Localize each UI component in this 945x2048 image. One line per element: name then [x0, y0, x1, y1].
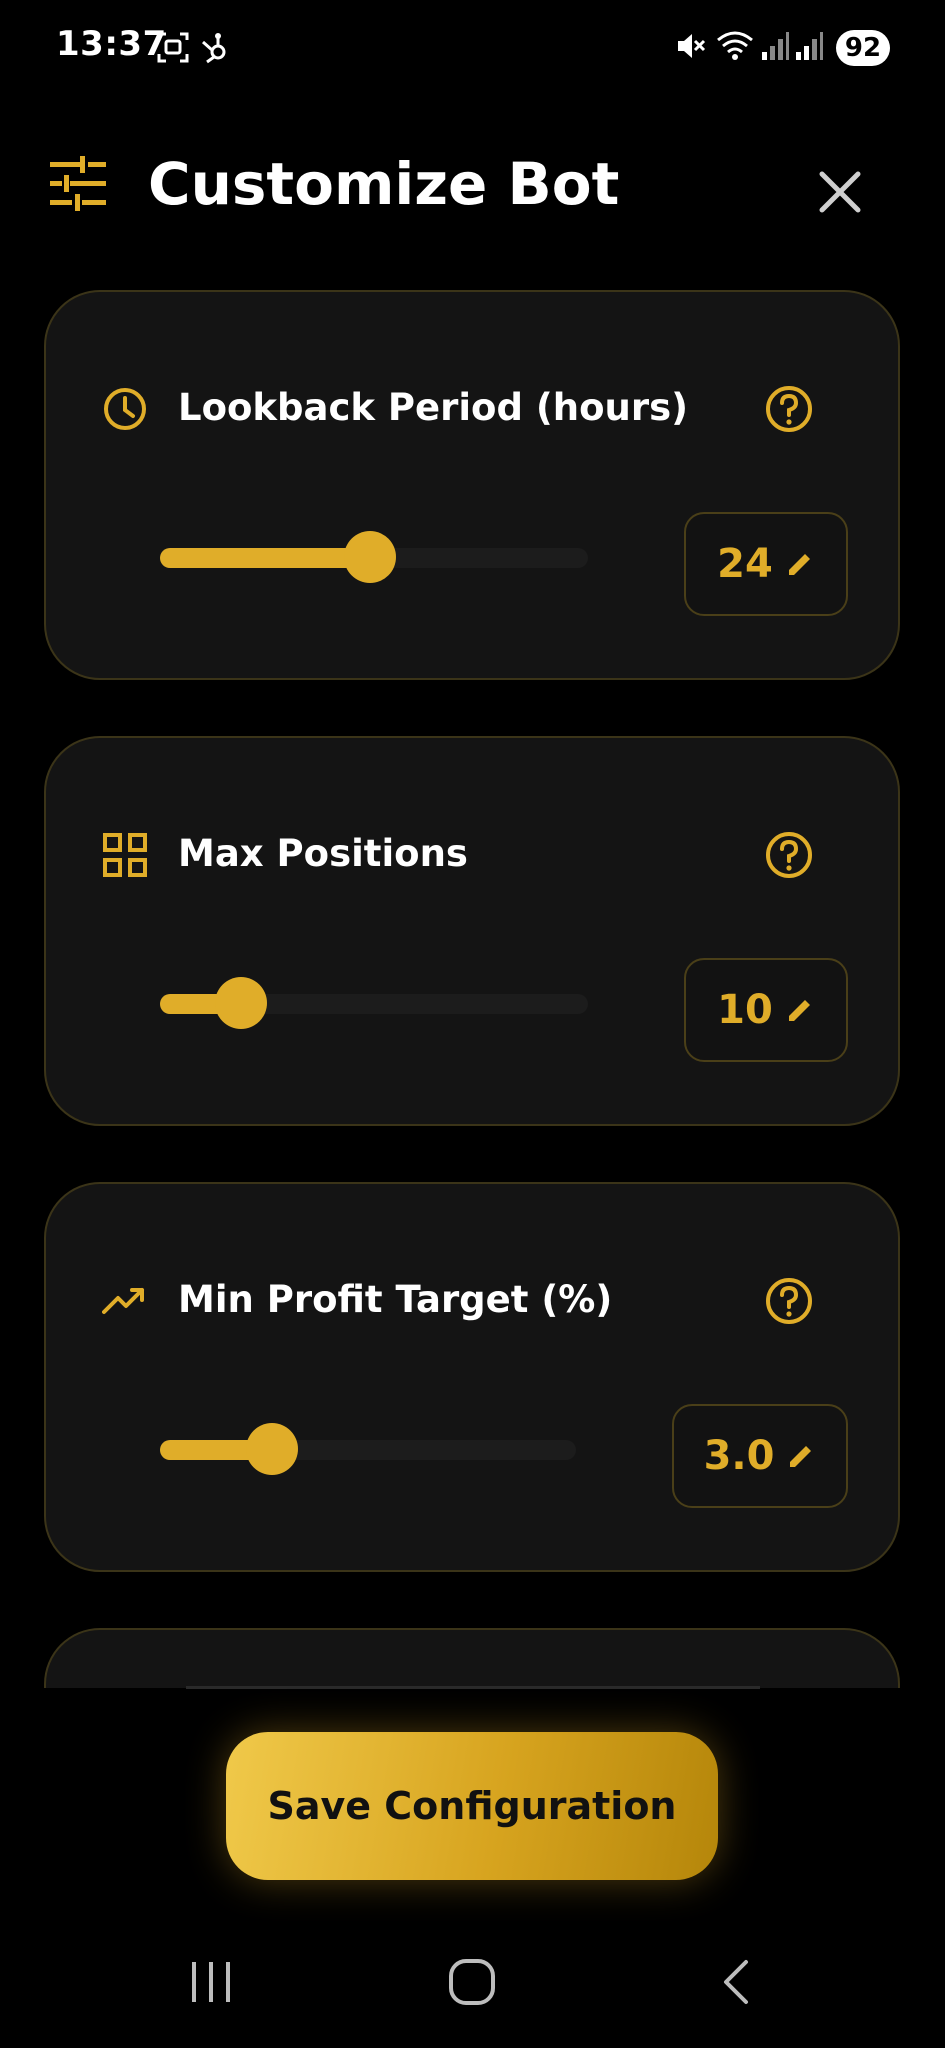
save-configuration-button[interactable]: Save Configuration: [226, 1732, 718, 1880]
slider-thumb[interactable]: [344, 531, 396, 583]
setting-value: 10: [717, 987, 773, 1033]
recent-apps-button[interactable]: [186, 1952, 236, 2016]
home-button[interactable]: [446, 1952, 500, 2016]
screenshot-icon: [157, 32, 189, 63]
setting-card-max-positions: Max Positions 10: [44, 736, 900, 1126]
page-header: Customize Bot: [0, 130, 945, 240]
setting-card-min-profit: Min Profit Target (%) 3.0: [44, 1182, 900, 1572]
setting-label: Min Profit Target (%): [178, 1278, 613, 1321]
help-button[interactable]: [764, 1276, 814, 1326]
grid-icon: [103, 833, 147, 877]
battery-level: 92: [836, 30, 890, 66]
divider: [186, 1686, 760, 1689]
setting-value: 24: [717, 541, 773, 587]
help-icon: [766, 1278, 812, 1324]
page-title: Customize Bot: [148, 150, 620, 218]
pencil-icon: [790, 1446, 812, 1467]
close-icon: [819, 171, 861, 213]
lookback-slider[interactable]: [160, 528, 588, 588]
slider-thumb[interactable]: [215, 977, 267, 1029]
back-button[interactable]: [716, 1952, 756, 2016]
setting-card-partial: [44, 1628, 900, 1688]
save-button-label: Save Configuration: [267, 1784, 677, 1828]
home-icon: [449, 1959, 495, 2005]
wifi-icon: [717, 31, 753, 60]
signal-r-icon: [796, 32, 823, 60]
mute-icon: [678, 34, 706, 58]
setting-label: Lookback Period (hours): [178, 386, 689, 429]
pencil-icon: [788, 554, 810, 575]
value-edit-box[interactable]: 24: [684, 512, 848, 616]
help-icon: [766, 386, 812, 432]
back-icon: [724, 1960, 748, 2004]
recent-apps-icon: [192, 1962, 230, 2002]
slider-thumb[interactable]: [246, 1423, 298, 1475]
value-edit-box[interactable]: 3.0: [672, 1404, 848, 1508]
max-positions-slider[interactable]: [160, 974, 588, 1034]
clock-icon: [104, 388, 146, 430]
help-button[interactable]: [764, 384, 814, 434]
navigation-bar: [0, 1930, 945, 2048]
value-edit-box[interactable]: 10: [684, 958, 848, 1062]
sliders-icon: [50, 156, 106, 211]
status-time: 13:37: [56, 24, 167, 64]
setting-label: Max Positions: [178, 832, 468, 875]
help-icon: [766, 832, 812, 878]
setting-value: 3.0: [703, 1433, 775, 1479]
min-profit-slider[interactable]: [160, 1420, 576, 1480]
signal-icon: [762, 32, 789, 60]
hubspot-icon: [202, 33, 226, 64]
setting-card-lookback: Lookback Period (hours) 24: [44, 290, 900, 680]
slider-fill: [160, 548, 370, 568]
status-bar: 13:37 92: [0, 0, 945, 96]
close-button[interactable]: [806, 158, 874, 226]
help-button[interactable]: [764, 830, 814, 880]
trending-up-icon: [102, 1288, 144, 1314]
pencil-icon: [788, 1000, 810, 1021]
